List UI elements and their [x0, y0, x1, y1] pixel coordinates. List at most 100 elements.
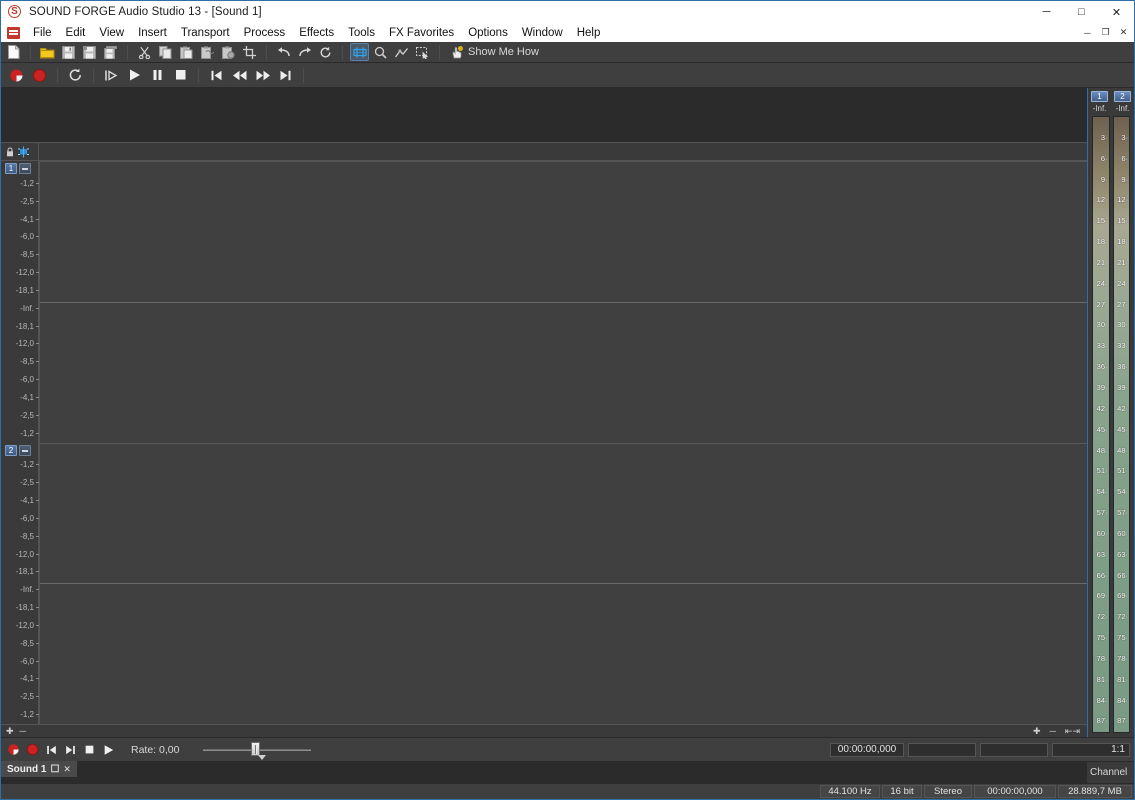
channel-1-number[interactable]: 1 [5, 163, 17, 174]
record-button[interactable] [29, 66, 50, 85]
meter-tick: 57· [1096, 508, 1108, 518]
menu-item-transport[interactable]: Transport [174, 25, 237, 41]
redo-button[interactable] [295, 43, 314, 61]
edit-tool-button[interactable] [350, 43, 369, 61]
select-tool-button[interactable] [413, 43, 432, 61]
menu-item-process[interactable]: Process [237, 25, 293, 41]
crop-button[interactable] [240, 43, 259, 61]
db-tick: -12,0 [15, 620, 40, 630]
meter-channel-2-peak: -Inf. [1115, 104, 1130, 113]
new-file-button[interactable] [4, 43, 23, 61]
menu-item-file[interactable]: File [26, 25, 59, 41]
document-menu-icon[interactable] [7, 26, 20, 39]
cursor-position-field[interactable]: 00:00:00,000 [830, 742, 904, 757]
zoom-in-button[interactable]: ✚ [1033, 726, 1041, 737]
go-to-end-button[interactable] [275, 66, 296, 85]
close-button[interactable]: ✕ [1099, 1, 1134, 23]
application-body: 1 2 -1,2 -2,5 -4,1 -6,0 -8,5 -12,0 -18,1 -Inf. -… [1, 88, 1134, 737]
meter-tick: 33· [1117, 341, 1128, 351]
stop-button[interactable] [170, 66, 191, 85]
menu-item-effects[interactable]: Effects [292, 25, 341, 41]
meter-tick: 33· [1096, 341, 1108, 351]
channel-1-mute-button[interactable] [19, 163, 31, 174]
menu-item-view[interactable]: View [92, 25, 131, 41]
close-icon[interactable]: ✕ [63, 764, 71, 775]
meter-tick: 60· [1096, 528, 1108, 538]
meter-tick: 60· [1117, 528, 1128, 538]
copy-button[interactable] [156, 43, 175, 61]
channel-2-number[interactable]: 2 [5, 444, 17, 456]
menu-item-tools[interactable]: Tools [341, 25, 382, 41]
undo-button[interactable] [274, 43, 293, 61]
meter-bar-channel-2[interactable]: 3· 6· 9· 12· 15· 18· 21· 24· 27· 30· 33· 36· 39· 42· 4… [1112, 116, 1130, 733]
restore-icon[interactable]: ☐ [50, 764, 59, 775]
record-arm-button[interactable] [6, 66, 27, 85]
db-tick: -12,0 [15, 339, 40, 349]
menu-item-fx-favorites[interactable]: FX Favorites [382, 25, 461, 41]
mdi-restore-button[interactable]: ❐ [1097, 25, 1114, 40]
go-to-start-button[interactable] [43, 741, 60, 758]
meter-channel-buttons: 1 2 [1088, 88, 1134, 102]
status-free-space: 28.889,7 MB [1058, 785, 1132, 798]
selection-length-field[interactable] [980, 742, 1048, 757]
menu-item-edit[interactable]: Edit [59, 25, 93, 41]
menu-item-options[interactable]: Options [461, 25, 515, 41]
waveform-canvas[interactable] [39, 161, 1087, 724]
zoom-out-vertical-button[interactable]: ─ [20, 726, 26, 737]
show-me-how-button[interactable]: ? Show Me How [444, 43, 545, 61]
channel-meters-panel: 1 2 -Inf. -Inf. 3· 6· 9· 12· 15· 18· 21· 24· 27·… [1087, 88, 1134, 737]
rewind-button[interactable] [229, 66, 250, 85]
status-duration: 00:00:00,000 [974, 785, 1056, 798]
mdi-minimize-button[interactable]: ─ [1079, 25, 1096, 40]
play-selection-button[interactable] [101, 66, 122, 85]
channel-2-header: 2 [5, 444, 31, 456]
stop-button[interactable] [81, 741, 98, 758]
envelope-tool-button[interactable] [392, 43, 411, 61]
menu-item-help[interactable]: Help [570, 25, 608, 41]
record-button[interactable] [24, 741, 41, 758]
tab-sound-1[interactable]: Sound 1 ☐ ✕ [1, 761, 78, 777]
time-ruler[interactable] [39, 143, 1087, 160]
repeat-button[interactable] [316, 43, 335, 61]
play-button[interactable] [124, 66, 145, 85]
window-controls: ─ □ ✕ [1029, 1, 1134, 23]
save-as-button[interactable] [80, 43, 99, 61]
meter-tick: 30· [1117, 320, 1128, 330]
save-all-button[interactable] [101, 43, 120, 61]
open-file-button[interactable] [38, 43, 57, 61]
paste-special-button[interactable] [219, 43, 238, 61]
meter-bars[interactable]: 3· 6· 9· 12· 15· 18· 21· 24· 27· 30· 33· 36· 39· 42· 4… [1088, 116, 1134, 737]
save-button[interactable] [59, 43, 78, 61]
maximize-button[interactable]: □ [1064, 1, 1099, 23]
zoom-in-vertical-button[interactable]: ✚ [6, 726, 14, 737]
magnify-tool-button[interactable] [371, 43, 390, 61]
pause-button[interactable] [147, 66, 168, 85]
meter-channel-1-button[interactable]: 1 [1091, 91, 1108, 102]
cut-button[interactable] [135, 43, 154, 61]
meter-bar-channel-1[interactable]: 3· 6· 9· 12· 15· 18· 21· 24· 27· 30· 33· 36· 39· 42· 4… [1092, 116, 1110, 733]
menu-item-window[interactable]: Window [515, 25, 570, 41]
meter-tick: 15· [1096, 216, 1108, 226]
go-to-start-button[interactable] [206, 66, 227, 85]
menu-item-insert[interactable]: Insert [131, 25, 174, 41]
record-arm-button[interactable] [5, 741, 22, 758]
loop-playback-button[interactable] [65, 66, 86, 85]
mix-paste-button[interactable] [198, 43, 217, 61]
slider-thumb[interactable] [251, 742, 261, 756]
paste-button[interactable] [177, 43, 196, 61]
fast-forward-button[interactable] [252, 66, 273, 85]
meter-tick: 87· [1117, 716, 1128, 726]
go-to-end-button[interactable] [62, 741, 79, 758]
zoom-fit-button[interactable]: ⇤⇥ [1065, 726, 1080, 737]
mdi-close-button[interactable]: ✕ [1115, 25, 1132, 40]
tab-row: Sound 1 ☐ ✕ Channel [1, 761, 1134, 783]
play-button[interactable] [100, 741, 117, 758]
db-tick: -1,2 [20, 178, 39, 188]
zoom-out-button[interactable]: ─ [1050, 726, 1056, 737]
selection-start-field[interactable] [908, 742, 976, 757]
meter-channel-2-button[interactable]: 2 [1114, 91, 1131, 102]
channel-2-mute-button[interactable] [19, 444, 31, 456]
zoom-ratio-field[interactable]: 1:1 [1052, 742, 1130, 757]
playback-rate-slider[interactable] [203, 741, 312, 760]
minimize-button[interactable]: ─ [1029, 1, 1064, 23]
